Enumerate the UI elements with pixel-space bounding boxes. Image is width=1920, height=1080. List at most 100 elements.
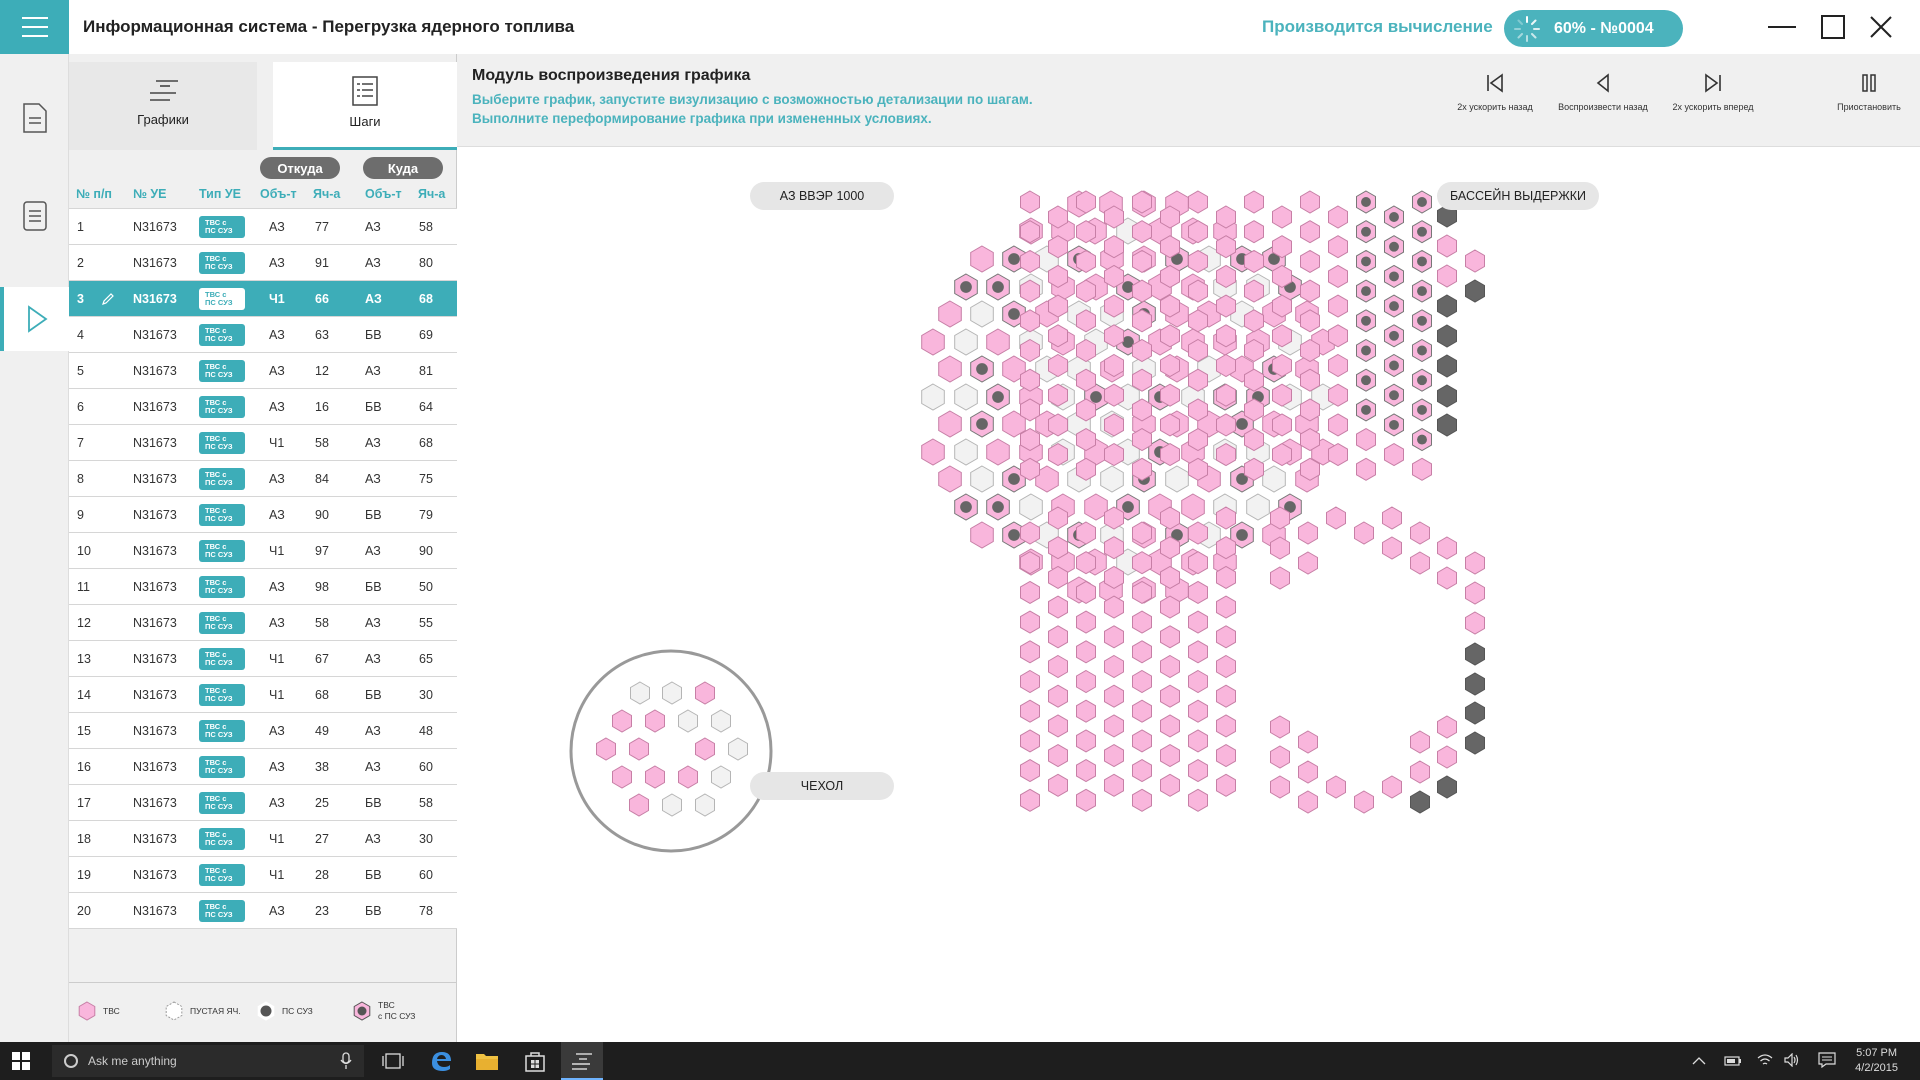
hex-tvs[interactable] (1048, 324, 1068, 348)
hex-tvs[interactable] (1076, 729, 1096, 753)
hex-tvs-with-rod[interactable] (1412, 398, 1432, 422)
table-row[interactable]: 5 N31673 АЗ 12 АЗ 81 ТВС с ПС СУЗ (69, 352, 457, 388)
hex-tvs[interactable] (1216, 353, 1236, 378)
hex-rod[interactable] (1465, 731, 1485, 755)
hex-rod[interactable] (1465, 642, 1485, 666)
hex-tvs[interactable] (1048, 353, 1068, 378)
hex-tvs[interactable] (1216, 235, 1236, 259)
hex-rod[interactable] (1465, 672, 1485, 696)
hex-tvs[interactable] (1437, 536, 1457, 560)
hex-tvs[interactable] (1188, 457, 1208, 481)
hex-tvs[interactable] (1160, 595, 1180, 619)
hex-tvs[interactable] (1160, 506, 1180, 530)
hex-tvs[interactable] (1132, 610, 1152, 634)
table-row[interactable]: 1 N31673 АЗ 77 АЗ 58 ТВС с ПС СУЗ (69, 208, 457, 244)
hex-tvs[interactable] (1104, 565, 1124, 589)
hex-tvs[interactable] (1216, 536, 1236, 560)
table-row[interactable]: 2 N31673 АЗ 91 АЗ 80 ТВС с ПС СУЗ (69, 244, 457, 280)
hex-tvs[interactable] (1272, 264, 1292, 288)
hex-tvs[interactable] (1132, 279, 1152, 303)
hex-tvs-with-rod[interactable] (1412, 249, 1432, 273)
hex-tvs[interactable] (1104, 536, 1124, 560)
taskbar-active-app[interactable] (561, 1042, 603, 1080)
hex-tvs[interactable] (1048, 294, 1068, 318)
table-row[interactable]: 18 N31673 Ч1 27 АЗ 30 ТВС с ПС СУЗ (69, 820, 457, 856)
hex-tvs[interactable] (1300, 428, 1320, 452)
table-row[interactable]: 17 N31673 АЗ 25 БВ 58 ТВС с ПС СУЗ (69, 784, 457, 820)
hex-tvs[interactable] (1298, 790, 1318, 814)
hex-tvs[interactable] (1132, 580, 1152, 604)
hex-tvs[interactable] (1270, 775, 1290, 799)
hex-tvs-with-rod[interactable] (1356, 309, 1376, 333)
hex-tvs[interactable] (1076, 457, 1096, 481)
volume-icon[interactable] (1784, 1053, 1800, 1067)
hex-tvs[interactable] (1188, 521, 1208, 545)
hex-tvs[interactable] (1437, 566, 1457, 590)
rail-document-button[interactable] (0, 86, 69, 150)
hex-tvs[interactable] (1048, 443, 1068, 467)
hex-tvs[interactable] (1188, 368, 1208, 392)
hex-tvs[interactable] (1216, 773, 1236, 797)
hex-tvs[interactable] (1104, 625, 1124, 649)
tab-graphs[interactable]: Графики (69, 62, 257, 150)
hex-tvs[interactable] (1076, 699, 1096, 723)
hex-tvs[interactable] (1132, 521, 1152, 545)
hex-tvs[interactable] (1132, 398, 1152, 422)
task-view-icon[interactable] (382, 1053, 404, 1069)
hex-tvs[interactable] (970, 521, 994, 549)
hex-tvs[interactable] (1020, 640, 1040, 664)
hex-tvs[interactable] (1104, 506, 1124, 530)
hex-tvs[interactable] (938, 355, 962, 383)
hex-tvs[interactable] (1272, 353, 1292, 378)
hex-tvs[interactable] (1132, 551, 1152, 575)
hex-tvs[interactable] (1216, 625, 1236, 649)
hex-tvs[interactable] (1244, 190, 1264, 214)
hex-tvs[interactable] (1132, 759, 1152, 783)
hex-empty[interactable] (970, 300, 994, 328)
hex-tvs[interactable] (1132, 669, 1152, 694)
hex-tvs[interactable] (1300, 279, 1320, 303)
hex-empty[interactable] (954, 383, 978, 411)
hex-tvs[interactable] (1298, 551, 1318, 575)
hex-tvs[interactable] (1048, 595, 1068, 619)
table-row[interactable]: 19 N31673 Ч1 28 БВ 60 ТВС с ПС СУЗ (69, 856, 457, 892)
hex-empty[interactable] (1019, 493, 1043, 521)
minimize-icon[interactable] (1765, 10, 1799, 44)
hex-rod[interactable] (1410, 790, 1430, 814)
hex-tvs[interactable] (1270, 566, 1290, 590)
hex-tvs[interactable] (1188, 190, 1208, 214)
hex-tvs[interactable] (1465, 249, 1485, 273)
hex-tvs[interactable] (1160, 443, 1180, 467)
hex-tvs[interactable] (1104, 684, 1124, 708)
hex-empty[interactable] (921, 383, 945, 411)
table-row[interactable]: 4 N31673 АЗ 63 БВ 69 ТВС с ПС СУЗ (69, 316, 457, 352)
hex-tvs[interactable] (1216, 595, 1236, 619)
close-icon[interactable] (1864, 10, 1898, 44)
table-row[interactable]: 14 N31673 Ч1 68 БВ 30 ТВС с ПС СУЗ (69, 676, 457, 712)
hex-tvs[interactable] (1020, 220, 1040, 244)
hex-tvs[interactable] (1300, 220, 1320, 244)
hex-tvs[interactable] (1076, 398, 1096, 422)
hex-tvs[interactable] (1384, 443, 1404, 467)
hex-tvs[interactable] (1188, 249, 1208, 273)
hex-tvs-with-rod[interactable] (1356, 220, 1376, 244)
hex-tvs[interactable] (1020, 729, 1040, 753)
hex-tvs[interactable] (629, 793, 649, 817)
hex-tvs[interactable] (612, 709, 632, 733)
hex-tvs[interactable] (1132, 788, 1152, 812)
hex-tvs-with-rod[interactable] (1384, 205, 1404, 229)
taskbar-search[interactable]: Ask me anything (52, 1045, 364, 1077)
hex-tvs[interactable] (1412, 457, 1432, 481)
hex-tvs[interactable] (1216, 443, 1236, 467)
hex-tvs[interactable] (1076, 190, 1096, 214)
hex-empty[interactable] (1100, 465, 1124, 493)
table-row[interactable]: 7 N31673 Ч1 58 АЗ 68 ТВС с ПС СУЗ (69, 424, 457, 460)
hex-tvs[interactable] (1328, 383, 1348, 407)
hex-tvs[interactable] (1188, 398, 1208, 422)
hex-tvs[interactable] (1160, 205, 1180, 229)
hex-tvs[interactable] (1216, 413, 1236, 437)
hex-tvs[interactable] (1298, 730, 1318, 754)
hex-tvs[interactable] (1160, 684, 1180, 708)
hex-tvs[interactable] (1300, 309, 1320, 333)
table-row[interactable]: 8 N31673 АЗ 84 АЗ 75 ТВС с ПС СУЗ (69, 460, 457, 496)
